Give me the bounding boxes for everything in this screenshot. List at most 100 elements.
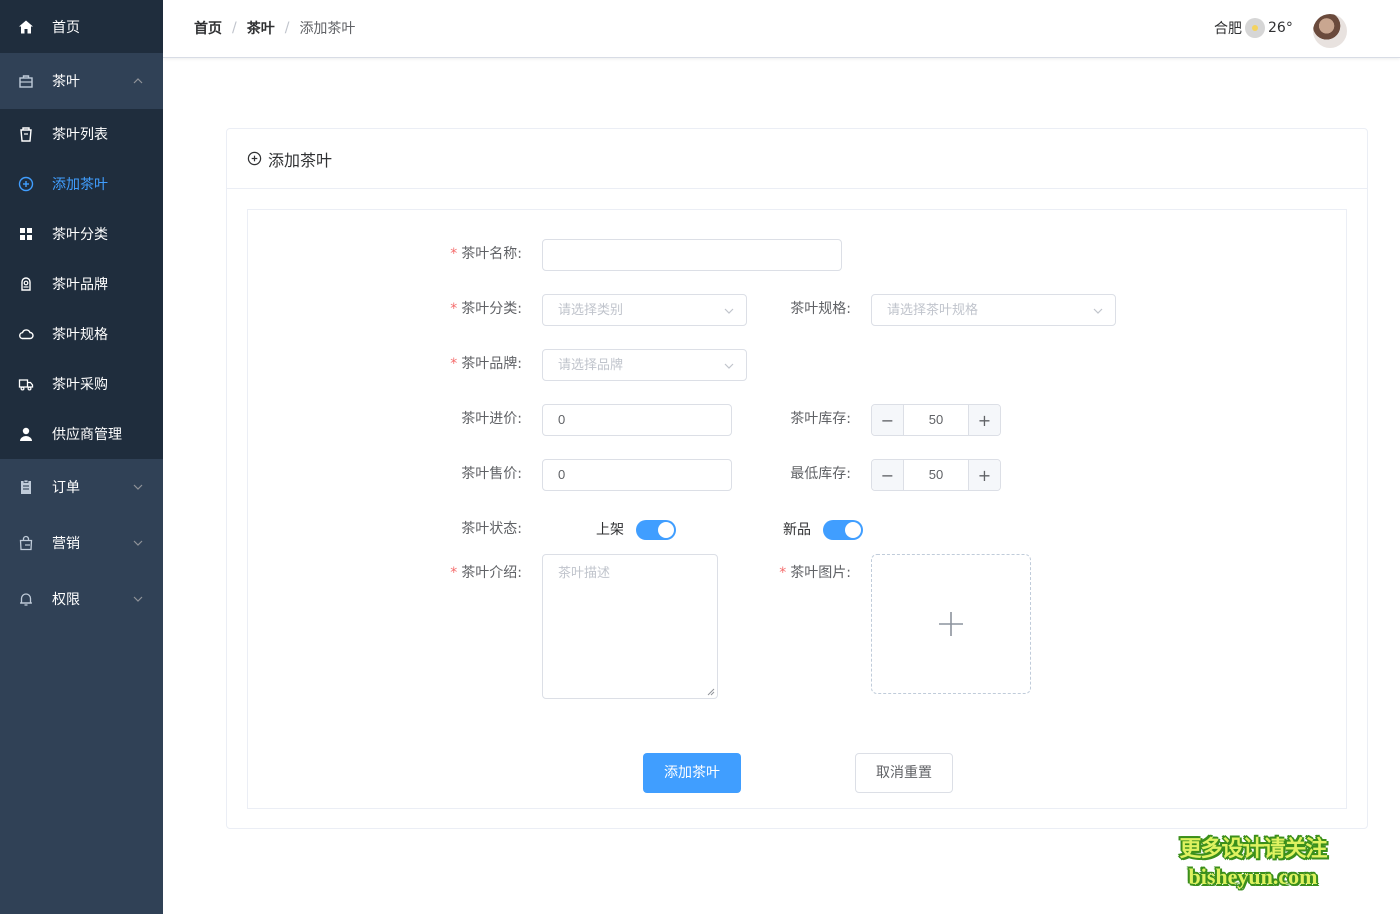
min-stock-label: 最低库存: bbox=[790, 466, 851, 482]
menu-tea-label: 茶叶 bbox=[52, 74, 80, 90]
image-uploader[interactable] bbox=[871, 554, 1031, 694]
sidebar-item-label: 茶叶列表 bbox=[52, 127, 108, 143]
plus-icon bbox=[939, 612, 963, 636]
tea-brand-select[interactable]: 请选择品牌 bbox=[542, 349, 747, 381]
tea-price-label: 茶叶售价: bbox=[461, 466, 522, 482]
new-product-label: 新品 bbox=[783, 522, 811, 538]
tea-spec-label: 茶叶规格: bbox=[790, 301, 851, 317]
watermark-line-1: 更多设计请关注 bbox=[1179, 837, 1327, 862]
tea-intro-label: * 茶叶介绍: bbox=[450, 565, 522, 581]
menu-home[interactable]: 首页 bbox=[0, 0, 163, 53]
weather-widget: 合肥 26° bbox=[1214, 18, 1293, 38]
tea-price-input[interactable]: 0 bbox=[542, 459, 732, 491]
tea-brand-placeholder: 请选择品牌 bbox=[558, 357, 624, 372]
tea-image-label: * 茶叶图片: bbox=[779, 565, 851, 581]
add-tea-button[interactable]: 添加茶叶 bbox=[643, 753, 741, 793]
document-icon bbox=[18, 479, 34, 495]
breadcrumb-tea[interactable]: 茶叶 bbox=[247, 18, 275, 38]
menu-permissions-label: 权限 bbox=[52, 592, 80, 608]
top-header: 首页 / 茶叶 / 添加茶叶 合肥 26° bbox=[163, 0, 1400, 58]
tea-spec-select[interactable]: 请选择茶叶规格 bbox=[871, 294, 1116, 326]
tea-intro-textarea[interactable]: 茶叶描述 bbox=[542, 554, 718, 699]
stock-value[interactable]: 50 bbox=[904, 405, 968, 435]
bag-icon bbox=[18, 73, 34, 89]
breadcrumb-separator: / bbox=[232, 20, 237, 36]
add-tea-form: * 茶叶名称: * 茶叶分类: 请选择类别 茶叶规格: 请选择茶叶规格 * 茶叶品牌:… bbox=[247, 209, 1347, 809]
tea-submenu: 茶叶列表 添加茶叶 茶叶分类 茶叶品牌 茶叶规格 茶叶采购 供应商管理 bbox=[0, 109, 163, 459]
chevron-down-icon bbox=[133, 540, 143, 546]
tea-category-select[interactable]: 请选择类别 bbox=[542, 294, 747, 326]
watermark: 更多设计请关注 bisheyun.com bbox=[1172, 836, 1334, 890]
sidebar-item-tea-spec[interactable]: 茶叶规格 bbox=[0, 309, 163, 359]
menu-permissions[interactable]: 权限 bbox=[0, 571, 163, 627]
chevron-down-icon bbox=[133, 484, 143, 490]
menu-tea[interactable]: 茶叶 bbox=[0, 53, 163, 109]
tea-category-placeholder: 请选择类别 bbox=[558, 302, 624, 317]
chevron-down-icon bbox=[133, 596, 143, 602]
sidebar-item-label: 茶叶分类 bbox=[52, 227, 108, 243]
watermark-line-2: bisheyun.com bbox=[1188, 864, 1318, 889]
weather-temperature: 26° bbox=[1268, 20, 1293, 36]
resize-handle-icon[interactable] bbox=[707, 688, 715, 696]
tea-status-label: 茶叶状态: bbox=[461, 521, 522, 537]
tea-intro-placeholder: 茶叶描述 bbox=[558, 566, 611, 581]
tea-stock-stepper: − 50 + bbox=[871, 404, 1001, 436]
min-stock-decrease-button[interactable]: − bbox=[872, 460, 904, 490]
stock-decrease-button[interactable]: − bbox=[872, 405, 904, 435]
plus-circle-icon bbox=[18, 176, 34, 192]
sun-icon bbox=[1245, 18, 1265, 38]
user-icon bbox=[18, 426, 34, 442]
menu-marketing-label: 营销 bbox=[52, 536, 80, 552]
breadcrumb-home[interactable]: 首页 bbox=[194, 18, 222, 38]
bell-icon bbox=[18, 591, 34, 607]
on-shelf-switch[interactable] bbox=[636, 520, 676, 540]
tea-spec-placeholder: 请选择茶叶规格 bbox=[887, 302, 979, 317]
tea-stock-label: 茶叶库存: bbox=[790, 411, 851, 427]
breadcrumb-separator: / bbox=[284, 20, 290, 36]
add-tea-card: 添加茶叶 * 茶叶名称: * 茶叶分类: 请选择类别 茶叶规格: 请选择茶叶规格 *… bbox=[226, 128, 1368, 829]
cloud-icon bbox=[18, 326, 34, 342]
menu-orders-label: 订单 bbox=[52, 480, 80, 496]
tea-name-label: * 茶叶名称: bbox=[450, 246, 522, 262]
min-stock-stepper: − 50 + bbox=[871, 459, 1001, 491]
card-header: 添加茶叶 bbox=[227, 129, 1367, 189]
sidebar-item-tea-brand[interactable]: 茶叶品牌 bbox=[0, 259, 163, 309]
stock-increase-button[interactable]: + bbox=[968, 405, 1000, 435]
menu-marketing[interactable]: 营销 bbox=[0, 515, 163, 571]
avatar[interactable] bbox=[1313, 14, 1347, 48]
chevron-up-icon bbox=[133, 78, 143, 84]
new-product-switch[interactable] bbox=[823, 520, 863, 540]
on-shelf-label: 上架 bbox=[596, 522, 624, 538]
tea-category-label: * 茶叶分类: bbox=[450, 301, 522, 317]
breadcrumb: 首页 / 茶叶 / 添加茶叶 bbox=[194, 18, 355, 38]
home-icon bbox=[18, 19, 34, 35]
truck-icon bbox=[18, 376, 34, 392]
chevron-down-icon bbox=[724, 308, 734, 314]
sidebar-item-add-tea[interactable]: 添加茶叶 bbox=[0, 159, 163, 209]
sidebar-item-tea-category[interactable]: 茶叶分类 bbox=[0, 209, 163, 259]
tea-brand-label: * 茶叶品牌: bbox=[450, 356, 522, 372]
sidebar-item-label: 茶叶规格 bbox=[52, 327, 108, 343]
cup-icon bbox=[18, 126, 34, 142]
sidebar: 首页 茶叶 茶叶列表 添加茶叶 茶叶分类 茶叶品牌 茶叶规格 茶叶采购 供应商管… bbox=[0, 0, 163, 914]
plus-circle-icon bbox=[247, 151, 262, 166]
sidebar-item-label: 添加茶叶 bbox=[52, 177, 108, 193]
shopping-bag-icon bbox=[18, 535, 34, 551]
tea-name-input[interactable] bbox=[542, 239, 842, 271]
sidebar-item-supplier[interactable]: 供应商管理 bbox=[0, 409, 163, 459]
brand-icon bbox=[18, 276, 34, 292]
chevron-down-icon bbox=[1093, 308, 1103, 314]
tea-cost-input[interactable]: 0 bbox=[542, 404, 732, 436]
sidebar-item-label: 茶叶品牌 bbox=[52, 277, 108, 293]
min-stock-increase-button[interactable]: + bbox=[968, 460, 1000, 490]
sidebar-item-label: 茶叶采购 bbox=[52, 377, 108, 393]
sidebar-item-tea-list[interactable]: 茶叶列表 bbox=[0, 109, 163, 159]
grid-icon bbox=[18, 226, 34, 242]
min-stock-value[interactable]: 50 bbox=[904, 460, 968, 490]
reset-button[interactable]: 取消重置 bbox=[855, 753, 953, 793]
menu-orders[interactable]: 订单 bbox=[0, 459, 163, 515]
sidebar-item-tea-purchase[interactable]: 茶叶采购 bbox=[0, 359, 163, 409]
weather-city: 合肥 bbox=[1214, 21, 1242, 37]
tea-cost-label: 茶叶进价: bbox=[461, 411, 522, 427]
breadcrumb-current: 添加茶叶 bbox=[299, 21, 356, 37]
